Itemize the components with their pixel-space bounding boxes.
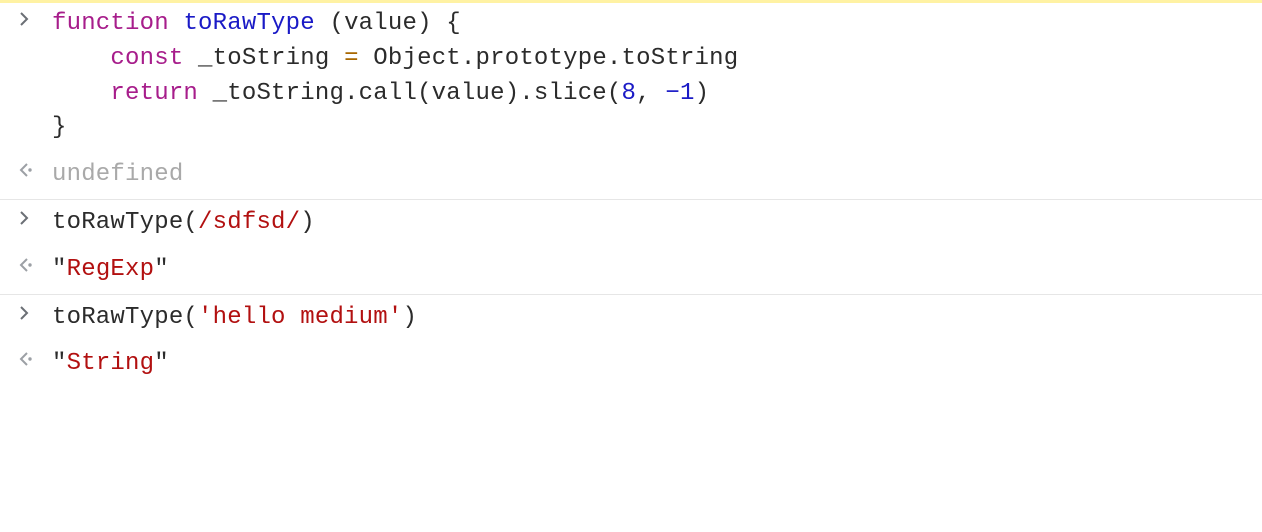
console-panel: function toRawType (value) { const _toSt… [0,0,1262,388]
console-input-icon [16,206,52,227]
console-output-value: undefined [52,158,1252,193]
console-output-value: "String" [52,347,1252,382]
console-input-row[interactable]: function toRawType (value) { const _toSt… [0,0,1262,152]
console-output-icon [16,158,52,179]
console-output-icon [16,347,52,368]
console-output-value: "RegExp" [52,253,1252,288]
console-input-icon [16,7,52,28]
console-output-row: "RegExp" [0,247,1262,294]
console-output-icon [16,253,52,274]
console-output-row: "String" [0,341,1262,388]
console-output-row: undefined [0,152,1262,199]
console-input-code: toRawType(/sdfsd/) [52,206,1252,241]
console-input-code: toRawType('hello medium') [52,301,1252,336]
console-input-code: function toRawType (value) { const _toSt… [52,7,1252,146]
console-input-row[interactable]: toRawType('hello medium') [0,294,1262,342]
console-input-row[interactable]: toRawType(/sdfsd/) [0,199,1262,247]
console-input-icon [16,301,52,322]
